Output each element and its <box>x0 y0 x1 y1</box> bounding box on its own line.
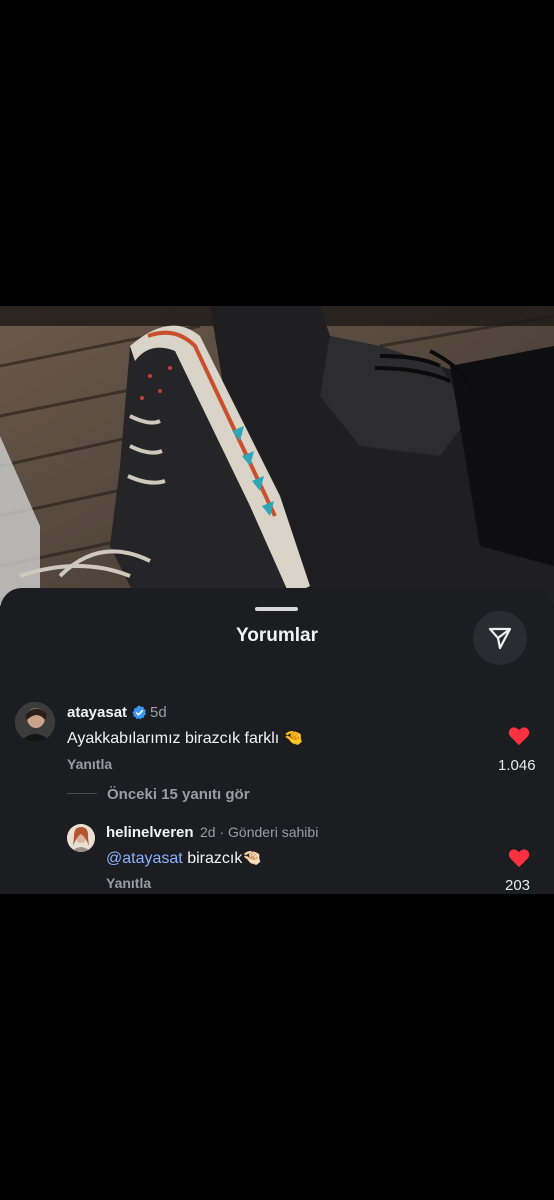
avatar[interactable] <box>15 702 55 742</box>
avatar-image <box>15 702 55 742</box>
meta-separator: · <box>219 824 225 840</box>
author-tag: Gönderi sahibi <box>228 824 319 840</box>
drag-handle[interactable] <box>255 607 298 611</box>
reply-like-count: 203 <box>505 877 531 894</box>
mention-link[interactable]: @atayasat <box>106 850 183 867</box>
reply-button[interactable]: Yanıtla <box>67 756 112 772</box>
replies-divider <box>67 793 97 794</box>
comments-sheet: Yorumlar atayasat 5d Ayakkabılarımız bir… <box>0 588 554 894</box>
like-count: 1.046 <box>498 757 536 774</box>
comment-text: Ayakkabılarımız birazcık farklı 🤏 <box>67 728 304 748</box>
reply-time: 2d <box>200 824 216 840</box>
pinching-hand-emoji: 🤏 <box>283 730 304 747</box>
comment-body: Ayakkabılarımız birazcık farklı <box>67 730 280 747</box>
comment-time: 5d <box>150 704 167 721</box>
sneakers-photo <box>0 306 554 606</box>
pinching-hand-emoji: 🤏🏻 <box>242 850 263 867</box>
reply-body: birazcık <box>187 850 243 867</box>
view-replies-button[interactable]: Önceki 15 yanıtı gör <box>107 786 250 803</box>
reply-reply-button[interactable]: Yanıtla <box>106 875 151 891</box>
share-button[interactable] <box>473 611 527 665</box>
reply-username[interactable]: helinelveren <box>106 824 194 841</box>
comment-username[interactable]: atayasat <box>67 704 127 721</box>
heart-icon[interactable] <box>508 726 530 746</box>
reply-meta: 2d · Gönderi sahibi <box>200 824 318 840</box>
reply-avatar[interactable] <box>67 824 95 852</box>
post-photo <box>0 306 554 606</box>
send-icon <box>488 627 512 650</box>
reply-text: @atayasat birazcık🤏🏻 <box>106 848 262 868</box>
heart-icon[interactable] <box>508 848 530 868</box>
verified-badge-icon <box>132 705 147 720</box>
reply-avatar-image <box>67 824 95 852</box>
sheet-title: Yorumlar <box>235 625 318 646</box>
